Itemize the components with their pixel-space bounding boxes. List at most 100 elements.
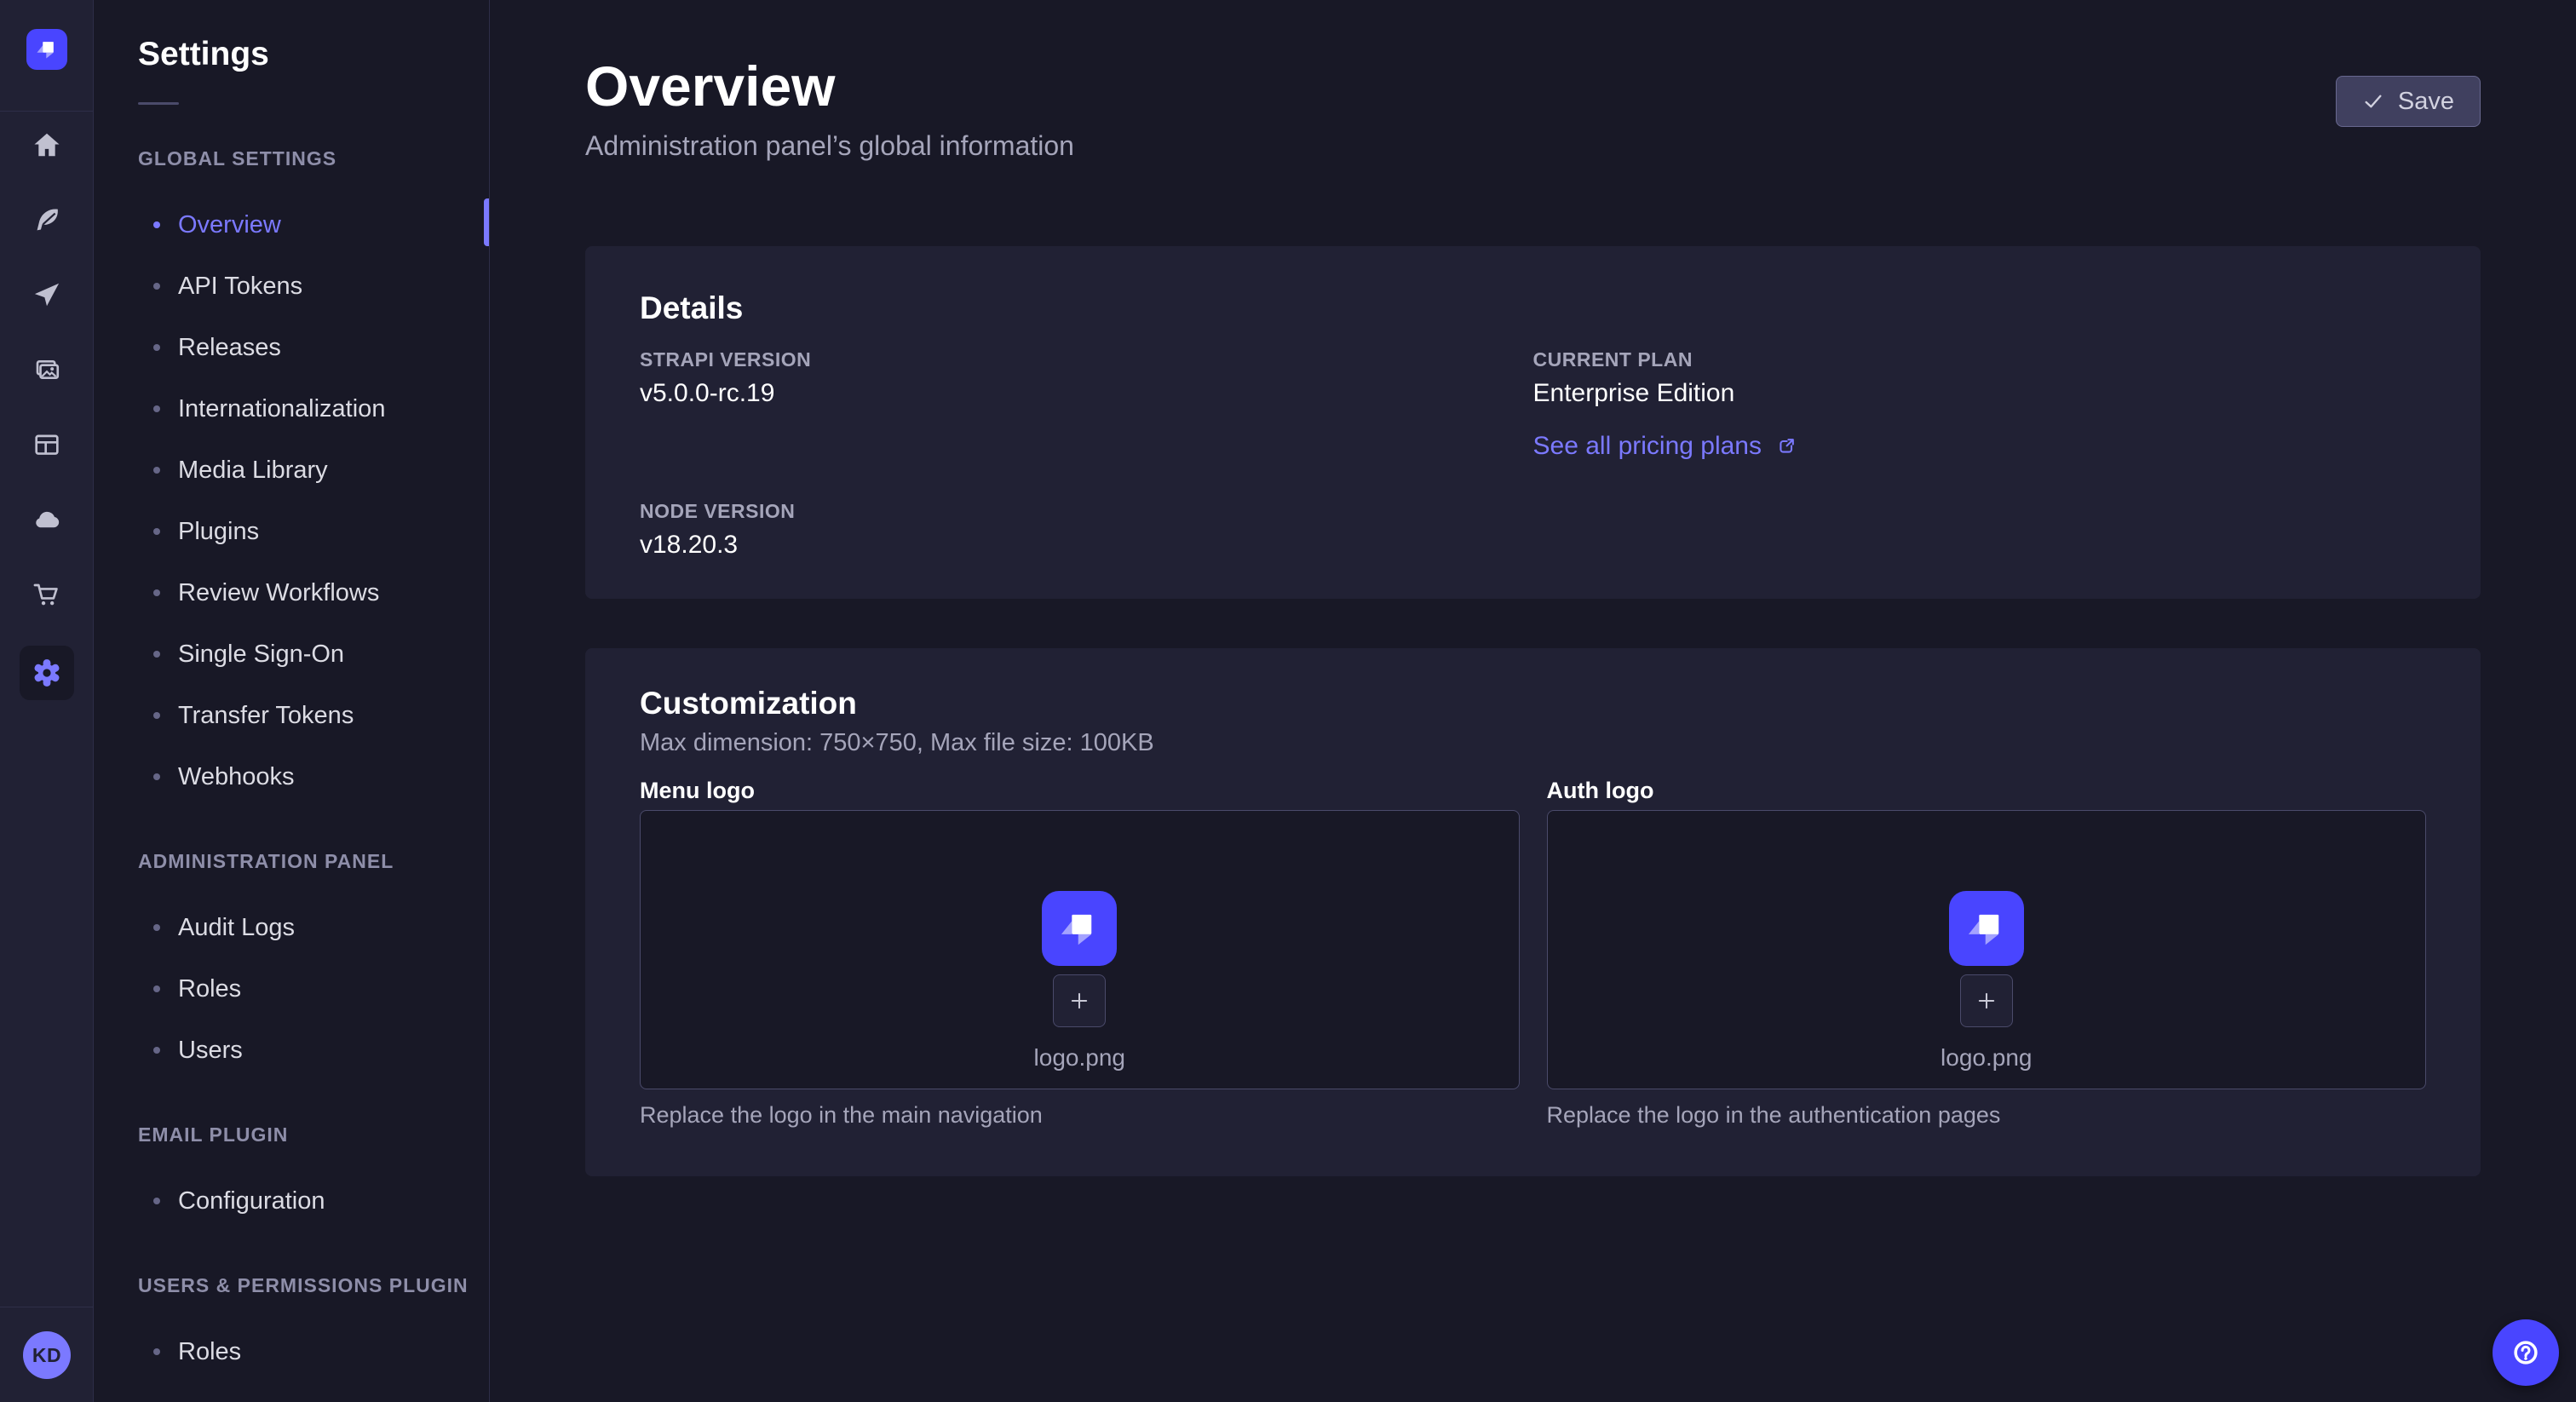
auth-logo-dropzone[interactable]: logo.png bbox=[1547, 810, 2427, 1089]
sidebar-item-internationalization[interactable]: Internationalization bbox=[94, 378, 489, 440]
sidebar-item-webhooks[interactable]: Webhooks bbox=[94, 746, 489, 807]
rail-media-library-button[interactable] bbox=[23, 346, 71, 394]
auth-logo-add-button[interactable] bbox=[1960, 974, 2013, 1027]
menu-logo-hint: Replace the logo in the main navigation bbox=[640, 1101, 1520, 1129]
check-icon bbox=[2362, 90, 2384, 112]
menu-logo-section: Menu logo bbox=[640, 779, 1520, 1129]
user-avatar[interactable]: KD bbox=[23, 1331, 71, 1379]
menu-logo-preview bbox=[1042, 891, 1117, 966]
customization-card-subtitle: Max dimension: 750×750, Max file size: 1… bbox=[640, 728, 2426, 757]
node-version-field: NODE VERSION v18.20.3 bbox=[640, 500, 1533, 560]
page-title: Overview bbox=[585, 56, 1074, 116]
bullet-icon bbox=[153, 773, 160, 780]
bullet-icon bbox=[153, 589, 160, 596]
bullet-icon bbox=[153, 283, 160, 290]
strapi-version-field: STRAPI VERSION v5.0.0-rc.19 bbox=[640, 348, 1533, 461]
bullet-icon bbox=[153, 924, 160, 931]
current-plan-value: Enterprise Edition bbox=[1533, 379, 2427, 408]
sidebar-item-media-library[interactable]: Media Library bbox=[94, 440, 489, 501]
sidebar-item-up-roles[interactable]: Roles bbox=[94, 1321, 489, 1382]
rail-marketplace-button[interactable] bbox=[23, 571, 71, 618]
bullet-icon bbox=[153, 405, 160, 412]
menu-logo-filename: logo.png bbox=[1034, 1044, 1125, 1072]
external-link-icon bbox=[1774, 434, 1799, 459]
strapi-mark-icon bbox=[1960, 902, 2013, 955]
menu-logo-add-button[interactable] bbox=[1053, 974, 1106, 1027]
strapi-brand-logo[interactable] bbox=[26, 29, 67, 70]
bullet-icon bbox=[153, 528, 160, 535]
icon-rail: KD bbox=[0, 0, 94, 1402]
bullet-icon bbox=[153, 712, 160, 719]
section-header-users-permissions-plugin: USERS & PERMISSIONS PLUGIN bbox=[138, 1274, 489, 1297]
strapi-version-label: STRAPI VERSION bbox=[640, 348, 1533, 371]
page-subtitle: Administration panel’s global informatio… bbox=[585, 129, 1074, 162]
auth-logo-section: Auth logo bbox=[1547, 779, 2427, 1129]
sidebar-item-audit-logs[interactable]: Audit Logs bbox=[94, 897, 489, 958]
settings-subnav: Settings GLOBAL SETTINGS Overview API To… bbox=[94, 0, 490, 1402]
paper-plane-icon bbox=[28, 276, 66, 313]
nav-list-users-permissions-plugin: Roles Providers bbox=[94, 1321, 489, 1402]
nav-list-global-settings: Overview API Tokens Releases Internation… bbox=[94, 194, 489, 807]
customization-card-title: Customization bbox=[640, 686, 2426, 721]
gear-icon bbox=[28, 654, 66, 692]
help-button[interactable] bbox=[2493, 1319, 2559, 1386]
home-icon bbox=[28, 126, 66, 164]
cloud-icon bbox=[28, 501, 66, 538]
layout-icon bbox=[28, 426, 66, 463]
subnav-title-rule bbox=[138, 102, 179, 105]
bullet-icon bbox=[153, 344, 160, 351]
details-card-title: Details bbox=[640, 290, 2426, 326]
sidebar-item-api-tokens[interactable]: API Tokens bbox=[94, 256, 489, 317]
page-header: Overview Administration panel’s global i… bbox=[585, 0, 2481, 162]
section-header-email-plugin: EMAIL PLUGIN bbox=[138, 1123, 489, 1146]
rail-deploy-button[interactable] bbox=[23, 271, 71, 319]
bullet-icon bbox=[153, 985, 160, 992]
sidebar-item-email-configuration[interactable]: Configuration bbox=[94, 1170, 489, 1232]
auth-logo-label: Auth logo bbox=[1547, 779, 2427, 802]
plus-icon bbox=[1972, 986, 2001, 1015]
strapi-mark-icon bbox=[1053, 902, 1106, 955]
customization-card: Customization Max dimension: 750×750, Ma… bbox=[585, 648, 2481, 1176]
sidebar-item-transfer-tokens[interactable]: Transfer Tokens bbox=[94, 685, 489, 746]
save-button[interactable]: Save bbox=[2336, 76, 2481, 127]
auth-logo-filename: logo.png bbox=[1941, 1044, 2032, 1072]
section-header-administration-panel: ADMINISTRATION PANEL bbox=[138, 850, 489, 873]
sidebar-item-single-sign-on[interactable]: Single Sign-On bbox=[94, 623, 489, 685]
bullet-icon bbox=[153, 1348, 160, 1355]
nav-list-email-plugin: Configuration bbox=[94, 1170, 489, 1232]
strapi-mark-icon bbox=[32, 35, 61, 64]
sidebar-item-plugins[interactable]: Plugins bbox=[94, 501, 489, 562]
bullet-icon bbox=[153, 1198, 160, 1204]
menu-logo-dropzone[interactable]: logo.png bbox=[640, 810, 1520, 1089]
bullet-icon bbox=[153, 221, 160, 228]
sidebar-item-releases[interactable]: Releases bbox=[94, 317, 489, 378]
sidebar-item-admin-roles[interactable]: Roles bbox=[94, 958, 489, 1020]
sidebar-item-review-workflows[interactable]: Review Workflows bbox=[94, 562, 489, 623]
feather-icon bbox=[28, 201, 66, 238]
current-plan-field: CURRENT PLAN Enterprise Edition See all … bbox=[1533, 348, 2427, 461]
auth-logo-hint: Replace the logo in the authentication p… bbox=[1547, 1101, 2427, 1129]
bullet-icon bbox=[153, 651, 160, 658]
main-content: Overview Administration panel’s global i… bbox=[490, 0, 2576, 1402]
section-header-global-settings: GLOBAL SETTINGS bbox=[138, 147, 489, 170]
plus-icon bbox=[1065, 986, 1094, 1015]
menu-logo-label: Menu logo bbox=[640, 779, 1520, 802]
sidebar-item-overview[interactable]: Overview bbox=[94, 194, 489, 256]
sidebar-item-admin-users[interactable]: Users bbox=[94, 1020, 489, 1081]
nav-list-administration-panel: Audit Logs Roles Users bbox=[94, 897, 489, 1081]
rail-settings-button[interactable] bbox=[20, 646, 74, 700]
avatar-initials: KD bbox=[32, 1344, 61, 1367]
rail-content-manager-button[interactable] bbox=[23, 421, 71, 468]
sidebar-item-up-providers[interactable]: Providers bbox=[94, 1382, 489, 1402]
subnav-title: Settings bbox=[138, 36, 489, 73]
bullet-icon bbox=[153, 467, 160, 474]
rail-divider bbox=[0, 111, 93, 112]
pricing-plans-link[interactable]: See all pricing plans bbox=[1533, 432, 1800, 461]
rail-cloud-button[interactable] bbox=[23, 496, 71, 543]
rail-home-button[interactable] bbox=[23, 121, 71, 169]
question-icon bbox=[2507, 1334, 2544, 1371]
media-library-icon bbox=[28, 351, 66, 388]
active-nav-indicator bbox=[484, 198, 489, 246]
rail-content-builder-button[interactable] bbox=[23, 196, 71, 244]
details-card: Details STRAPI VERSION v5.0.0-rc.19 CURR… bbox=[585, 246, 2481, 599]
